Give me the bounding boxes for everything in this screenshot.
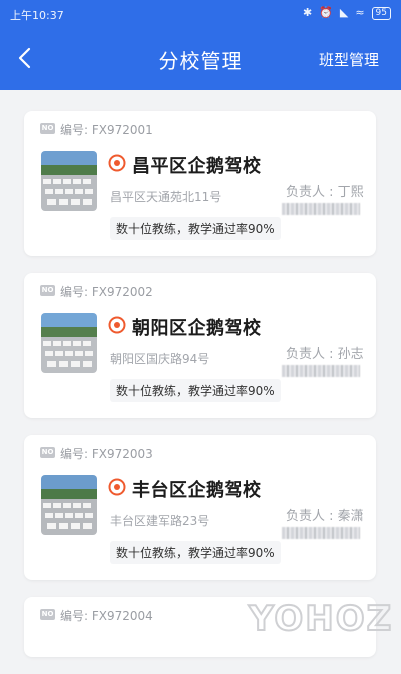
watermark-logo: YOHOZ [245, 598, 395, 640]
manager-field: 负责人 : 秦潇 [286, 505, 364, 524]
school-description: 数十位教练，教学通过率90% [110, 379, 281, 402]
location-icon [108, 316, 126, 334]
school-thumbnail [41, 313, 97, 373]
branch-card[interactable]: NO 编号: FX972002 朝阳区企鹅驾校 朝阳区国庆路94号 负责人 : [24, 273, 376, 418]
svg-text:YOHOZ: YOHOZ [248, 599, 393, 638]
location-icon [108, 154, 126, 172]
location-icon [108, 478, 126, 496]
manager-field: 负责人 : 丁熙 [286, 181, 364, 200]
branch-number: 编号: FX972003 [60, 447, 153, 461]
school-address: 朝阳区国庆路94号 [110, 352, 210, 366]
signal-icon: ◣ [339, 6, 349, 19]
school-thumbnail [41, 475, 97, 535]
school-name: 昌平区企鹅驾校 [132, 156, 262, 177]
manager-name: 丁熙 [337, 185, 364, 200]
manager-field: 负责人 : 孙志 [286, 343, 364, 362]
phone-redacted [282, 203, 360, 215]
branch-number: 编号: FX972004 [60, 609, 153, 623]
status-time: 上午10:37 [10, 9, 64, 22]
no-badge-icon: NO [40, 447, 55, 458]
app-header: 上午10:37 ✱ ⏰ ◣ ≈ 95 分校管理 班型管理 [0, 0, 401, 90]
bluetooth-icon: ✱ [302, 6, 313, 19]
branch-number: 编号: FX972002 [60, 285, 153, 299]
branch-card[interactable]: NO 编号: FX972003 丰台区企鹅驾校 丰台区建军路23号 负责人 : [24, 435, 376, 580]
manager-label: 负责人 : [286, 509, 338, 524]
school-thumbnail [41, 151, 97, 211]
phone-redacted [282, 527, 360, 539]
wifi-icon: ≈ [355, 6, 365, 19]
battery-icon: 95 [371, 6, 391, 20]
school-address: 昌平区天通苑北11号 [110, 190, 222, 204]
school-name: 朝阳区企鹅驾校 [132, 318, 262, 339]
nav-bar: 分校管理 班型管理 [0, 30, 401, 90]
manager-name: 秦潇 [337, 509, 364, 524]
phone-redacted [282, 365, 360, 377]
school-address: 丰台区建军路23号 [110, 514, 210, 528]
branch-list: NO 编号: FX972001 昌平区企鹅驾校 昌平区天通苑北11号 负责人 : [24, 111, 376, 674]
school-description: 数十位教练，教学通过率90% [110, 217, 281, 240]
no-badge-icon: NO [40, 123, 55, 134]
manager-name: 孙志 [337, 347, 364, 362]
manager-label: 负责人 : [286, 347, 338, 362]
branch-number: 编号: FX972001 [60, 123, 153, 137]
school-name: 丰台区企鹅驾校 [132, 480, 262, 501]
branch-card[interactable]: NO 编号: FX972001 昌平区企鹅驾校 昌平区天通苑北11号 负责人 : [24, 111, 376, 256]
status-icons: ✱ ⏰ ◣ ≈ 95 [303, 6, 391, 20]
status-bar: 上午10:37 ✱ ⏰ ◣ ≈ 95 [0, 0, 401, 30]
school-description: 数十位教练，教学通过率90% [110, 541, 281, 564]
alarm-icon: ⏰ [319, 6, 333, 19]
no-badge-icon: NO [40, 285, 55, 296]
manager-label: 负责人 : [286, 185, 338, 200]
no-badge-icon: NO [40, 609, 55, 620]
class-type-button[interactable]: 班型管理 [319, 49, 379, 70]
